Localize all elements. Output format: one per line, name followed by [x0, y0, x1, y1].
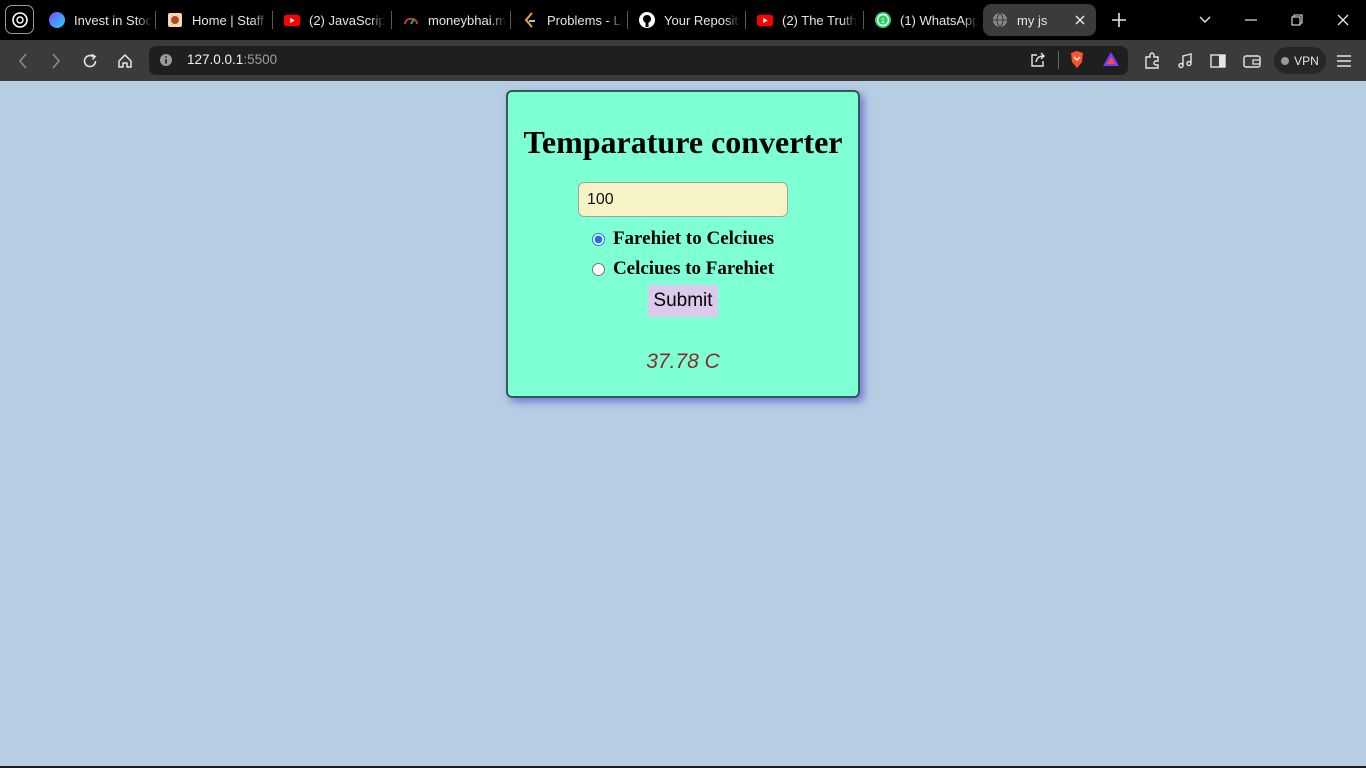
tab-strip: Invest in Stock Home | Staff S (2) JavaS…: [0, 0, 1366, 40]
tab-title: Home | Staff S: [192, 12, 268, 28]
reload-icon: [83, 53, 97, 68]
sidebar-button[interactable]: [1205, 48, 1231, 74]
moneybhai-icon: [403, 12, 419, 28]
tab-divider: [510, 11, 511, 29]
invest-app-icon: [49, 12, 65, 28]
leetcode-icon: [522, 12, 538, 28]
restore-icon: [1291, 14, 1303, 26]
wallet-button[interactable]: [1239, 48, 1265, 74]
radio-f-to-c[interactable]: [591, 232, 605, 246]
arrow-right-icon: [52, 53, 61, 69]
vpn-button[interactable]: VPN: [1274, 47, 1326, 74]
hamburger-menu-icon: [1337, 55, 1351, 67]
youtube-icon: [284, 12, 300, 28]
tab-moneybhai[interactable]: moneybhai.m: [394, 4, 506, 36]
vpn-label: VPN: [1294, 53, 1319, 68]
tab-github[interactable]: Your Reposito: [630, 4, 740, 36]
url-text[interactable]: 127.0.0.1:5500: [187, 52, 277, 67]
tab-title: Your Reposito: [664, 12, 740, 28]
option-c-to-f[interactable]: Celciues to Farehiet: [508, 258, 858, 280]
svg-text:1: 1: [881, 18, 885, 25]
tab-title: Invest in Stock: [74, 12, 152, 28]
app-menu-button[interactable]: [5, 5, 34, 34]
tab-the-truth[interactable]: (2) The Truth: [748, 4, 858, 36]
forward-button[interactable]: [43, 48, 69, 74]
github-icon: [639, 12, 655, 28]
tab-divider: [863, 11, 864, 29]
tab-divider: [272, 11, 273, 29]
page-title: Temparature converter: [523, 124, 843, 160]
option-label: Celciues to Farehiet: [612, 258, 775, 279]
menu-button[interactable]: [1331, 48, 1357, 74]
temperature-input[interactable]: [578, 182, 788, 217]
url-host: 127.0.0.1: [187, 52, 244, 67]
brave-rewards-icon[interactable]: [1102, 51, 1120, 72]
tab-divider: [627, 11, 628, 29]
tab-title: (2) JavaScript: [309, 12, 385, 28]
reload-button[interactable]: [77, 48, 103, 74]
tab-javascript[interactable]: (2) JavaScript: [275, 4, 385, 36]
option-f-to-c[interactable]: Farehiet to Celciues: [508, 228, 858, 250]
staff-site-icon: [167, 12, 183, 28]
address-bar[interactable]: 127.0.0.1:5500: [149, 46, 1128, 75]
home-icon: [118, 54, 132, 68]
restore-button[interactable]: [1285, 8, 1309, 32]
back-button[interactable]: [10, 48, 36, 74]
minimize-button[interactable]: [1239, 8, 1263, 32]
tab-staff[interactable]: Home | Staff S: [158, 4, 268, 36]
vpn-status-icon: [1281, 56, 1290, 65]
tab-divider: [155, 11, 156, 29]
media-button[interactable]: [1172, 48, 1198, 74]
brave-shields-icon[interactable]: [1069, 50, 1085, 74]
close-icon: [1337, 14, 1349, 26]
new-tab-button[interactable]: [1107, 8, 1131, 32]
tab-leetcode[interactable]: Problems - Le: [513, 4, 623, 36]
close-window-button[interactable]: [1331, 8, 1355, 32]
tab-title: Problems - Le: [547, 12, 623, 28]
arrow-left-icon: [18, 53, 27, 69]
url-port: :5500: [243, 52, 278, 67]
info-icon[interactable]: [159, 53, 173, 72]
puzzle-icon: [1145, 52, 1159, 69]
result-output: 37.78 C: [646, 350, 720, 373]
tab-invest[interactable]: Invest in Stock: [40, 4, 152, 36]
globe-icon: [992, 12, 1008, 28]
whatsapp-icon: 1: [875, 12, 891, 28]
tab-divider: [391, 11, 392, 29]
music-note-icon: [1178, 53, 1192, 69]
chevron-down-icon: [1199, 16, 1211, 23]
option-label: Farehiet to Celciues: [612, 228, 775, 249]
home-button[interactable]: [112, 48, 138, 74]
toolbar-divider: [1058, 51, 1059, 69]
browser-toolbar: 127.0.0.1:5500 VPN: [0, 40, 1366, 81]
tab-my-js[interactable]: my js: [983, 4, 1096, 36]
tab-divider: [745, 11, 746, 29]
tab-title: moneybhai.m: [428, 12, 506, 28]
youtube-icon: [757, 12, 773, 28]
sidebar-icon: [1210, 54, 1226, 68]
plus-icon: [1112, 13, 1126, 27]
extensions-button[interactable]: [1139, 48, 1165, 74]
share-icon[interactable]: [1029, 51, 1047, 74]
tab-search-button[interactable]: [1193, 8, 1217, 32]
tab-title: (1) WhatsApp: [900, 12, 978, 28]
tab-title: my js: [1017, 12, 1048, 28]
openai-icon: [11, 11, 28, 28]
tab-title: (2) The Truth: [782, 12, 857, 28]
minimize-icon: [1245, 19, 1257, 21]
tab-whatsapp[interactable]: 1 (1) WhatsApp: [866, 4, 978, 36]
close-tab-icon[interactable]: [1072, 12, 1088, 28]
converter-card: Temparature converter Farehiet to Celciu…: [506, 90, 860, 398]
radio-c-to-f[interactable]: [591, 262, 605, 276]
submit-button[interactable]: Submit: [648, 285, 718, 317]
page-viewport: Temparature converter Farehiet to Celciu…: [0, 81, 1366, 766]
wallet-icon: [1243, 55, 1261, 68]
